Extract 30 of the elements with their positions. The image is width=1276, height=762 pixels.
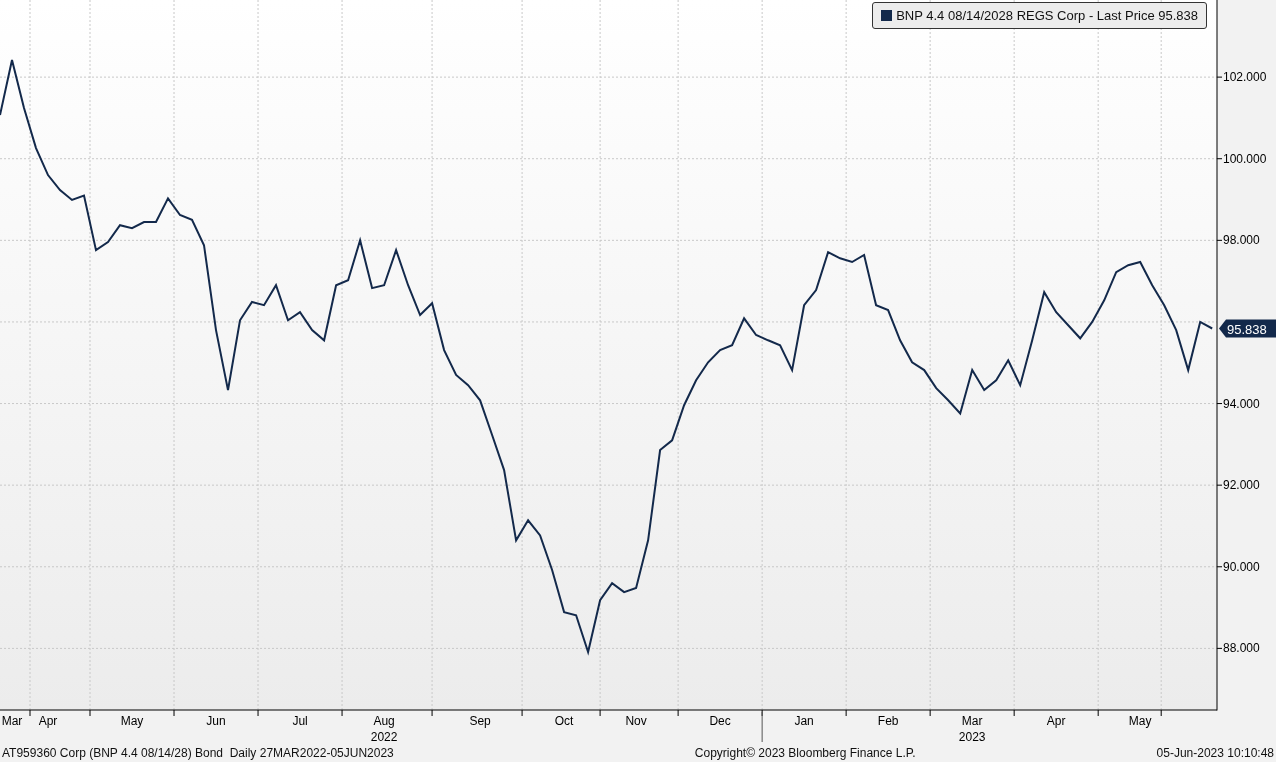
axis-label: Jan <box>794 714 814 728</box>
axis-label: Dec <box>709 714 731 728</box>
axis-label: 98.000 <box>1223 233 1260 248</box>
legend-label: BNP 4.4 08/14/2028 REGS Corp - Last Price 95.838 <box>896 8 1198 23</box>
timestamp: 05-Jun-2023 10:10:48 <box>1156 745 1274 761</box>
copyright-text: Copyright© 2023 Bloomberg Finance L.P. <box>694 745 916 761</box>
axis-label: May <box>120 714 144 728</box>
axis-label: Mar <box>961 714 983 728</box>
axis-label: Jul <box>292 714 308 728</box>
axis-label: Nov <box>625 714 647 728</box>
axis-label: 94.000 <box>1223 396 1260 411</box>
axis-label: Jun <box>206 714 226 728</box>
year-label: 2023 <box>958 730 986 744</box>
axis-label: Feb <box>877 714 899 728</box>
axis-label: Aug <box>373 714 395 728</box>
axis-label: 90.000 <box>1223 559 1260 574</box>
legend-swatch-icon <box>881 10 893 21</box>
axis-label: 102.000 <box>1223 70 1267 85</box>
last-price-tag: 95.838 <box>1219 319 1276 338</box>
axis-label: Oct <box>554 714 574 728</box>
axis-label: 88.000 <box>1223 641 1260 656</box>
security-description: AT959360 Corp (BNP 4.4 08/14/28) Bond Daily 27MAR2022-05JUN2023 <box>2 745 394 761</box>
axis-label: 92.000 <box>1223 478 1260 493</box>
axis-label: Apr <box>1046 714 1066 728</box>
axis-label: Sep <box>469 714 491 728</box>
year-label: 2022 <box>370 730 398 744</box>
axis-label: May <box>1128 714 1152 728</box>
axis-label: 100.000 <box>1223 151 1267 166</box>
axis-label: Apr <box>38 714 58 728</box>
axis-label: Mar <box>1 714 23 728</box>
